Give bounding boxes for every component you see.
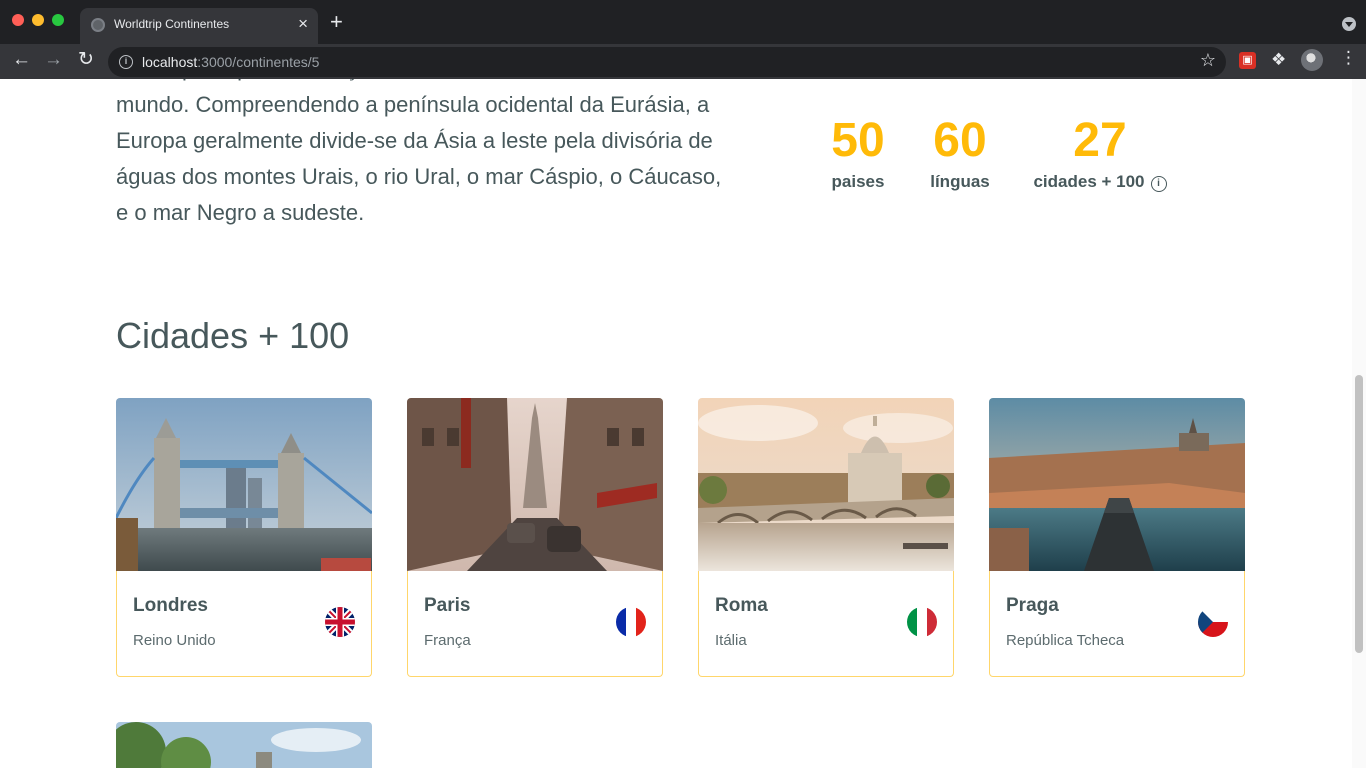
tab-title: Worldtrip Continentes — [114, 17, 230, 31]
card-body: Paris França — [407, 571, 663, 677]
city-image — [407, 398, 663, 571]
browser-tab-bar: Worldtrip Continentes × + — [0, 0, 1366, 44]
country-name: Itália — [715, 632, 747, 649]
czech-flag-icon — [1198, 607, 1228, 637]
maximize-window-button[interactable] — [52, 14, 64, 26]
tab-search-button[interactable] — [1342, 17, 1356, 31]
city-card-praga[interactable]: Praga República Tcheca — [989, 398, 1245, 677]
city-name: Praga — [1006, 595, 1059, 616]
page-scrollbar[interactable] — [1352, 79, 1366, 768]
stat-languages: 60 línguas — [920, 113, 1000, 195]
stat-cities: 27 cidades + 100 i — [1030, 113, 1170, 195]
stat-value: 27 — [1073, 114, 1127, 167]
city-card-paris[interactable]: Paris França — [407, 398, 663, 677]
stat-label: cidades + 100 — [1033, 172, 1145, 191]
extension-icon[interactable]: ▣ — [1239, 52, 1256, 69]
city-card-partial[interactable] — [116, 722, 372, 768]
close-window-button[interactable] — [12, 14, 24, 26]
bookmark-star-icon[interactable]: ☆ — [1200, 50, 1216, 71]
globe-icon — [91, 18, 105, 32]
profile-avatar[interactable] — [1301, 49, 1323, 71]
stat-label: paises — [831, 172, 885, 191]
address-bar[interactable]: i localhost:3000/continentes/5 ☆ — [108, 47, 1226, 77]
country-name: República Tcheca — [1006, 632, 1125, 649]
url-text: localhost:3000/continentes/5 — [142, 54, 319, 70]
country-name: França — [424, 632, 471, 649]
continent-description: A Europa é, por convenção, um dos seis c… — [116, 79, 722, 225]
section-title: Cidades + 100 — [116, 315, 350, 356]
city-name: Paris — [424, 595, 471, 616]
extensions-puzzle-icon[interactable]: ❖ — [1271, 50, 1286, 70]
back-arrow-icon[interactable]: ← — [12, 49, 31, 71]
browser-tab[interactable]: Worldtrip Continentes × — [80, 8, 318, 44]
city-card-londres[interactable]: Londres Reino Unido — [116, 398, 372, 677]
city-card-roma[interactable]: Roma Itália — [698, 398, 954, 677]
browser-toolbar: ← → ↻ i localhost:3000/continentes/5 ☆ — [0, 44, 1366, 79]
forward-arrow-icon[interactable]: → — [44, 49, 63, 71]
menu-kebab-icon[interactable]: ⋮ — [1340, 48, 1357, 68]
stat-label: línguas — [930, 172, 990, 191]
info-icon[interactable]: i — [1150, 176, 1167, 192]
card-body: Praga República Tcheca — [989, 571, 1245, 677]
italy-flag-icon — [907, 607, 937, 637]
city-name: Londres — [133, 595, 208, 616]
scrollbar-thumb[interactable] — [1355, 375, 1363, 653]
stat-label-row: cidades + 100 i — [1030, 169, 1170, 195]
city-image — [116, 398, 372, 571]
minimize-window-button[interactable] — [32, 14, 44, 26]
continent-stats: 50 paises 60 línguas 27 cidades + 100 i — [820, 113, 1180, 203]
stat-countries: 50 paises — [820, 113, 896, 195]
url-path: :3000/continentes/5 — [197, 54, 320, 70]
france-flag-icon — [616, 607, 646, 637]
city-image — [989, 398, 1245, 571]
city-image — [698, 398, 954, 571]
uk-flag-icon — [325, 607, 355, 637]
page-content: A Europa é, por convenção, um dos seis c… — [0, 79, 1366, 768]
card-body: Londres Reino Unido — [116, 571, 372, 677]
country-name: Reino Unido — [133, 632, 216, 649]
stat-value: 50 — [831, 114, 885, 167]
tab-close-button[interactable]: × — [298, 14, 308, 34]
new-tab-button[interactable]: + — [330, 10, 343, 34]
stat-value: 60 — [933, 114, 987, 167]
url-host: localhost — [142, 54, 198, 70]
site-info-icon[interactable]: i — [119, 55, 133, 69]
city-name: Roma — [715, 595, 768, 616]
card-body: Roma Itália — [698, 571, 954, 677]
reload-icon[interactable]: ↻ — [78, 49, 94, 71]
